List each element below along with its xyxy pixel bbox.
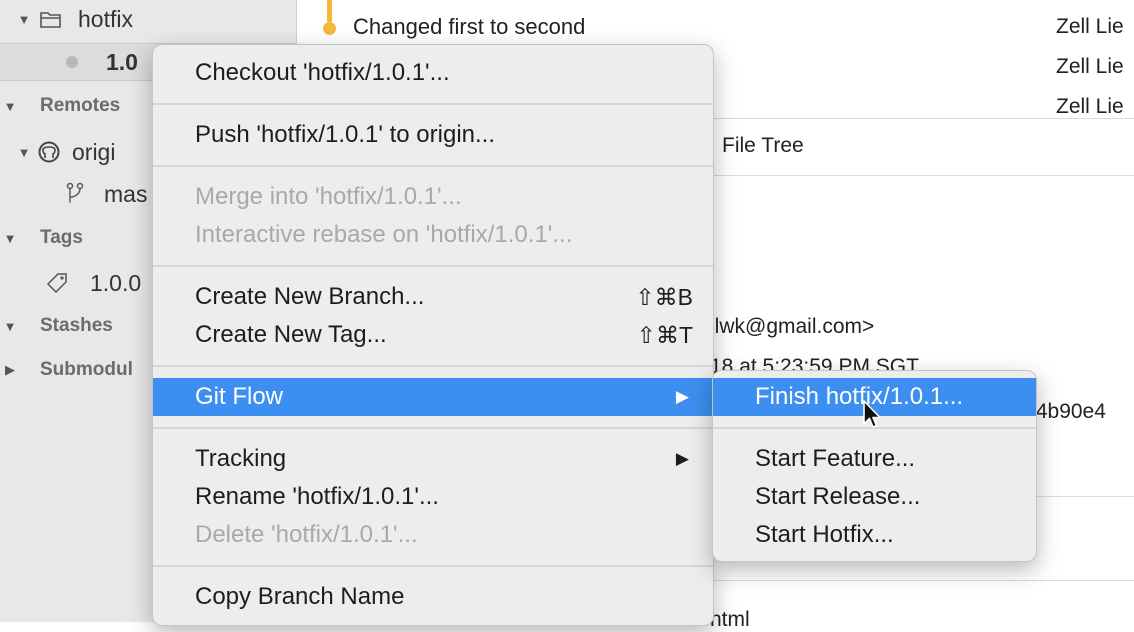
tag-icon: [44, 270, 70, 296]
git-flow-submenu: Finish hotfix/1.0.1... Start Feature... …: [712, 370, 1037, 562]
menu-separator: [153, 427, 713, 429]
menu-separator: [153, 165, 713, 167]
tab-file-tree[interactable]: File Tree: [722, 134, 804, 158]
sidebar-item-label: mas: [104, 180, 148, 207]
submenu-arrow-icon: ▶: [675, 387, 689, 406]
menu-item-start-release[interactable]: Start Release...: [713, 478, 1036, 516]
menu-item-git-flow[interactable]: Git Flow ▶: [153, 378, 713, 416]
sidebar-item-label: origi: [72, 138, 116, 165]
branch-icon: [62, 181, 88, 207]
menu-item-start-hotfix[interactable]: Start Hotfix...: [713, 516, 1036, 554]
menu-item-tracking[interactable]: Tracking ▶: [153, 440, 713, 478]
commit-author: Zell Lie: [1056, 55, 1124, 78]
menu-separator: [153, 265, 713, 267]
commit-row[interactable]: Changed first to second Zell Lie: [297, 8, 1134, 46]
folder-icon: [38, 6, 64, 32]
commit-author-email: llwk@gmail.com>: [710, 315, 875, 338]
disclosure-triangle-icon[interactable]: ▼: [2, 319, 18, 334]
disclosure-triangle-icon[interactable]: ▼: [16, 145, 32, 160]
sidebar-item-label: 1.0.0: [90, 269, 142, 296]
menu-separator: [153, 365, 713, 367]
disclosure-triangle-icon[interactable]: ▼: [2, 231, 18, 246]
section-header: Remotes: [40, 95, 121, 116]
submenu-arrow-icon: ▶: [675, 449, 689, 468]
mouse-pointer-icon: [863, 400, 881, 428]
commit-author: Zell Lie: [1056, 95, 1124, 118]
disclosure-triangle-icon[interactable]: ▼: [16, 12, 32, 27]
menu-item-delete[interactable]: Delete 'hotfix/1.0.1'...: [153, 516, 713, 554]
menu-item-merge[interactable]: Merge into 'hotfix/1.0.1'...: [153, 178, 713, 216]
menu-item-rename[interactable]: Rename 'hotfix/1.0.1'...: [153, 478, 713, 516]
sidebar-item-hotfix-folder[interactable]: ▼ hotfix: [0, 1, 312, 37]
sidebar-item-label: 1.0: [106, 48, 138, 75]
menu-item-create-branch[interactable]: Create New Branch... ⇧⌘B: [153, 278, 713, 316]
file-name[interactable]: html: [710, 608, 750, 632]
menu-separator: [153, 103, 713, 105]
github-icon: [36, 139, 62, 165]
menu-item-create-tag[interactable]: Create New Tag... ⇧⌘T: [153, 316, 713, 354]
shortcut-label: ⇧⌘T: [636, 321, 693, 348]
menu-item-push[interactable]: Push 'hotfix/1.0.1' to origin...: [153, 116, 713, 154]
commit-author: Zell Lie: [1056, 15, 1124, 38]
disclosure-triangle-icon[interactable]: ▼: [2, 99, 18, 114]
menu-separator: [153, 565, 713, 567]
section-header: Submodul: [40, 359, 133, 380]
menu-item-copy-branch-name[interactable]: Copy Branch Name: [153, 578, 713, 616]
branch-context-menu: Checkout 'hotfix/1.0.1'... Push 'hotfix/…: [152, 44, 714, 626]
shortcut-label: ⇧⌘B: [635, 283, 693, 310]
section-header: Stashes: [40, 315, 113, 336]
commit-message: Changed first to second: [353, 14, 586, 39]
section-header: Tags: [40, 227, 83, 248]
commit-hash: f4b90e4: [1030, 400, 1106, 423]
sidebar-item-label: hotfix: [78, 5, 133, 32]
menu-item-interactive-rebase[interactable]: Interactive rebase on 'hotfix/1.0.1'...: [153, 216, 713, 254]
menu-item-start-feature[interactable]: Start Feature...: [713, 440, 1036, 478]
disclosure-triangle-right-icon[interactable]: ▶: [2, 362, 18, 378]
branch-dot-icon: [66, 56, 78, 68]
menu-item-checkout[interactable]: Checkout 'hotfix/1.0.1'...: [153, 54, 713, 92]
